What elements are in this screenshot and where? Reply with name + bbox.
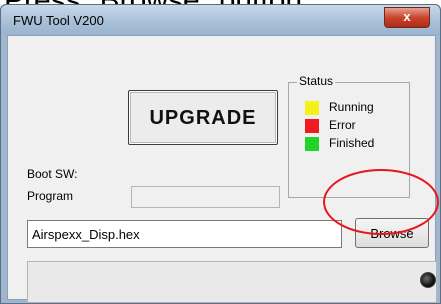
app-window: FWU Tool V200 x UPGRADE Status Running E… <box>0 4 441 304</box>
title-bar: FWU Tool V200 x <box>1 5 440 35</box>
running-indicator <box>305 101 319 115</box>
status-led-icon <box>420 272 436 288</box>
program-field <box>131 186 280 208</box>
boot-sw-label: Boot SW: <box>27 167 78 181</box>
status-label: Error <box>329 118 356 132</box>
progress-bar <box>27 261 437 303</box>
program-label: Program <box>27 189 74 203</box>
finished-indicator <box>305 137 319 151</box>
status-group: Status Running Error Finished <box>288 74 410 198</box>
error-indicator <box>305 119 319 133</box>
client-area: UPGRADE Status Running Error Finished Bo… <box>7 35 437 303</box>
status-label: Running <box>329 100 374 114</box>
upgrade-button[interactable]: UPGRADE <box>128 90 278 145</box>
close-icon: x <box>403 9 411 24</box>
window-title: FWU Tool V200 <box>13 13 104 28</box>
status-title: Status <box>297 74 336 88</box>
browse-button[interactable]: Browse <box>355 218 429 248</box>
file-path-input[interactable] <box>27 220 342 248</box>
close-button[interactable]: x <box>384 7 430 28</box>
status-label: Finished <box>329 136 375 150</box>
